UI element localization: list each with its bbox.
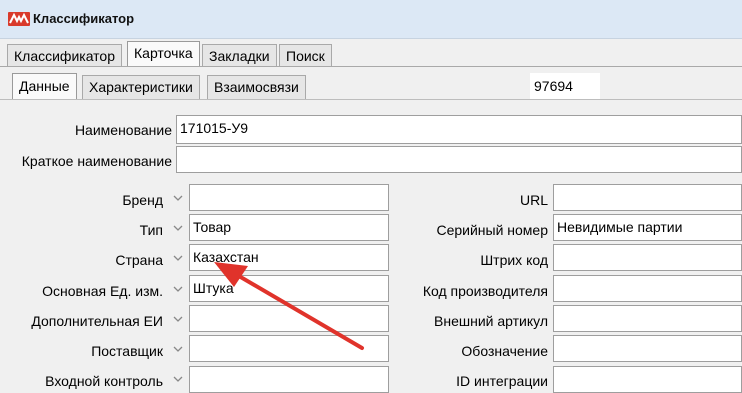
short-name-label: Краткое наименование [21,153,172,169]
country-chevron-down-icon[interactable] [170,250,186,266]
barcode-label: Штрих код [480,252,548,268]
incoming-control-field[interactable] [189,366,389,393]
tab-characteristics[interactable]: Характеристики [82,75,200,99]
sub-tabs-divider [0,99,742,100]
external-article-label: Внешний артикул [434,313,548,329]
country-label: Страна [115,252,163,268]
main-tabs-divider [0,66,742,67]
manufacturer-code-field[interactable] [553,275,742,302]
tab-bookmarks[interactable]: Закладки [202,44,277,66]
short-name-field[interactable] [176,146,742,173]
serial-number-label: Серийный номер [436,222,548,238]
integration-id-field[interactable] [553,366,742,393]
app-logo-icon [8,12,30,26]
designation-field[interactable] [553,335,742,362]
country-field[interactable]: Казахстан [189,244,389,271]
name-label: Наименование [74,122,172,138]
tab-relations[interactable]: Взаимосвязи [207,75,306,99]
tab-search[interactable]: Поиск [279,44,332,66]
name-field[interactable]: 171015-У9 [176,115,742,144]
type-chevron-down-icon[interactable] [170,220,186,236]
supplier-label: Поставщик [91,343,163,359]
serial-number-field[interactable]: Невидимые партии [553,214,742,241]
url-field[interactable] [553,184,742,211]
supplier-field[interactable] [189,335,389,362]
tab-classifier[interactable]: Классификатор [7,44,123,66]
extra-unit-field[interactable] [189,305,389,332]
tab-data[interactable]: Данные [12,73,77,99]
extra-unit-label: Дополнительная ЕИ [31,313,163,329]
main-unit-label: Основная Ед. изм. [42,283,163,299]
main-unit-chevron-down-icon[interactable] [170,281,186,297]
record-id: 97694 [530,73,600,99]
external-article-field[interactable] [553,305,742,332]
brand-field[interactable] [189,184,389,211]
main-unit-field[interactable]: Штука [189,275,389,302]
tab-card[interactable]: Карточка [127,41,200,66]
incoming-control-label: Входной контроль [45,373,163,389]
designation-label: Обозначение [461,343,548,359]
type-field[interactable]: Товар [189,214,389,241]
incoming-control-chevron-down-icon[interactable] [170,371,186,387]
supplier-chevron-down-icon[interactable] [170,341,186,357]
title-bar: Классификатор [0,0,742,39]
integration-id-label: ID интеграции [456,373,548,389]
manufacturer-code-label: Код производителя [422,283,548,299]
type-label: Тип [139,222,163,238]
barcode-field[interactable] [553,244,742,271]
brand-chevron-down-icon[interactable] [170,190,186,206]
window-title: Классификатор [33,11,135,26]
extra-unit-chevron-down-icon[interactable] [170,311,186,327]
url-label: URL [519,192,548,208]
brand-label: Бренд [122,192,163,208]
